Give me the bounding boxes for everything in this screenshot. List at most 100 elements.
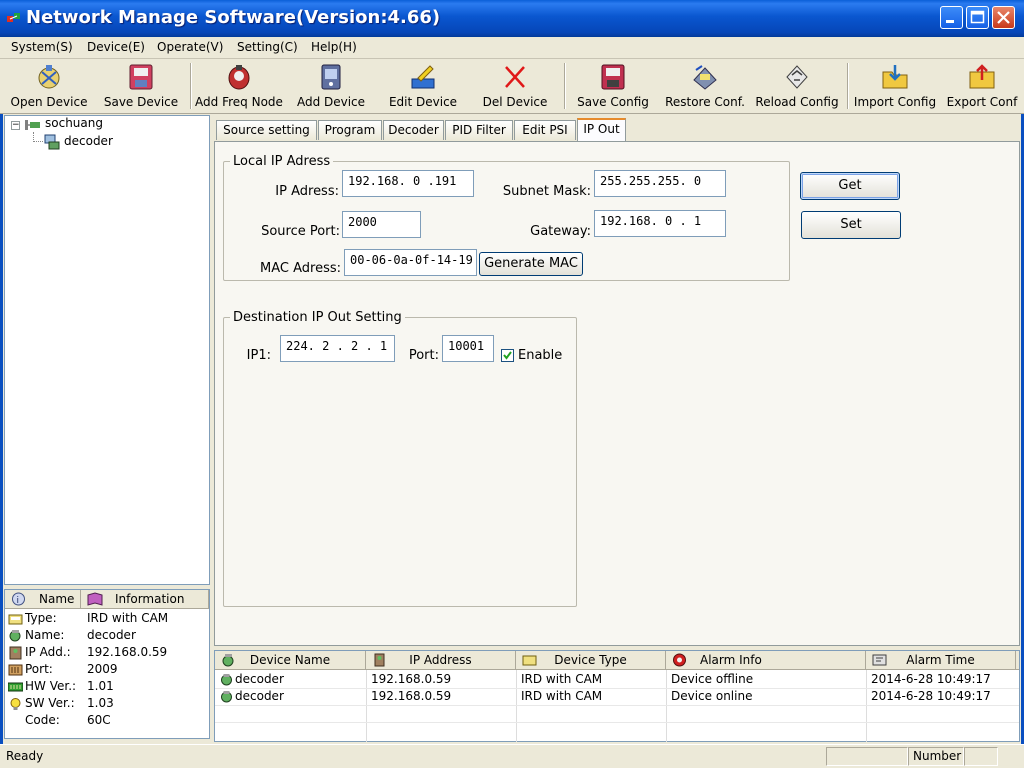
- mac-address-input[interactable]: 00-06-0a-0f-14-19: [344, 249, 477, 276]
- tab-edit-psi[interactable]: Edit PSI: [514, 120, 576, 140]
- get-button[interactable]: Get: [800, 172, 900, 200]
- maximize-icon: [970, 10, 985, 24]
- info-row-port: Port: 2009: [5, 662, 209, 679]
- del-device-button[interactable]: Del Device: [472, 59, 558, 113]
- menu-device[interactable]: Device(E): [87, 40, 145, 54]
- tree-connector: [33, 132, 43, 142]
- save-device-button[interactable]: Save Device: [97, 59, 185, 113]
- cell-alarm-time: 2014-6-28 10:49:17: [871, 672, 991, 686]
- generate-mac-button[interactable]: Generate MAC: [479, 252, 583, 276]
- svg-text:i: i: [17, 596, 20, 606]
- close-icon: [997, 11, 1010, 24]
- edit-device-icon: [411, 65, 435, 89]
- device-status-icon: [221, 691, 232, 703]
- cell-ip-address: 192.168.0.59: [371, 689, 452, 703]
- app-icon: [7, 13, 20, 22]
- cell-alarm-time: 2014-6-28 10:49:17: [871, 689, 991, 703]
- ip-icon: [9, 646, 22, 660]
- export-config-button[interactable]: Export Conf: [944, 59, 1020, 113]
- open-device-label: Open Device: [10, 95, 88, 109]
- add-device-button[interactable]: Add Device: [288, 59, 374, 113]
- tree-expander-icon[interactable]: −: [11, 121, 20, 130]
- save-config-button[interactable]: Save Config: [568, 59, 658, 113]
- name-icon: [9, 630, 21, 642]
- edit-device-label: Edit Device: [388, 95, 458, 109]
- toolbar-separator: [564, 63, 566, 109]
- col-ip-address[interactable]: IP Address: [366, 651, 516, 670]
- col-alarm-time[interactable]: Alarm Time: [866, 651, 1016, 670]
- table-row[interactable]: decoder 192.168.0.59 IRD with CAM Device…: [215, 688, 1019, 705]
- col-device-name-label: Device Name: [249, 653, 331, 667]
- menu-system[interactable]: System(S): [11, 40, 73, 54]
- title-bar[interactable]: Network Manage Software(Version:4.66): [0, 0, 1024, 37]
- window-title: Network Manage Software(Version:4.66): [26, 7, 441, 28]
- info-row-hw: HW Ver.: 1.01: [5, 679, 209, 696]
- info-col-information[interactable]: Information: [81, 590, 209, 609]
- import-config-button[interactable]: Import Config: [851, 59, 939, 113]
- tab-pid-filter[interactable]: PID Filter: [445, 120, 513, 140]
- device-alarm-list[interactable]: Device Name IP Address Device Type Alarm…: [214, 650, 1020, 742]
- set-button[interactable]: Set: [801, 211, 901, 239]
- add-freq-node-icon: [228, 65, 250, 90]
- ip-out-pane: Local IP Adress IP Adress: 192.168. 0 .1…: [214, 141, 1020, 646]
- device-info-panel: i Name Information Type: IRD with CAM Na…: [4, 589, 210, 739]
- col-ip-address-label: IP Address: [409, 653, 472, 667]
- menu-bar: System(S) Device(E) Operate(V) Setting(C…: [0, 37, 1024, 59]
- menu-setting[interactable]: Setting(C): [237, 40, 298, 54]
- tree-node-sochuang[interactable]: sochuang: [45, 116, 103, 130]
- type-icon: [8, 614, 23, 625]
- info-row-ip: IP Add.: 192.168.0.59: [5, 645, 209, 662]
- minimize-button[interactable]: [940, 6, 963, 29]
- minimize-icon: [946, 20, 954, 23]
- info-value: 1.01: [87, 679, 114, 693]
- info-col-name[interactable]: i Name: [5, 590, 81, 609]
- ip1-input[interactable]: 224. 2 . 2 . 1: [280, 335, 395, 362]
- tab-ip-out[interactable]: IP Out: [577, 118, 626, 141]
- source-port-label: Source Port:: [261, 224, 340, 239]
- save-config-icon: [601, 64, 625, 90]
- info-header: i Name Information: [5, 590, 209, 609]
- source-port-input[interactable]: 2000: [342, 211, 421, 238]
- save-device-icon: [129, 64, 153, 90]
- save-config-label: Save Config: [577, 95, 649, 109]
- save-device-label: Save Device: [103, 95, 179, 109]
- cell-device-name: decoder: [235, 689, 284, 703]
- subnet-mask-input[interactable]: 255.255.255. 0: [594, 170, 726, 197]
- ip-address-input[interactable]: 192.168. 0 .191: [342, 170, 474, 197]
- col-device-name[interactable]: Device Name: [215, 651, 366, 670]
- enable-checkbox[interactable]: [501, 349, 514, 362]
- reload-config-icon: [786, 65, 808, 89]
- info-row-code: Code: 60C: [5, 713, 209, 730]
- gateway-input[interactable]: 192.168. 0 . 1: [594, 210, 726, 237]
- restore-config-label: Restore Conf.: [665, 95, 745, 109]
- edit-device-button[interactable]: Edit Device: [380, 59, 466, 113]
- tree-node-decoder[interactable]: decoder: [64, 134, 113, 148]
- decoder-node-icon: [44, 134, 60, 150]
- maximize-button[interactable]: [966, 6, 989, 29]
- enable-label: Enable: [518, 348, 563, 363]
- menu-operate[interactable]: Operate(V): [157, 40, 223, 54]
- tab-program[interactable]: Program: [318, 120, 382, 140]
- open-device-button[interactable]: Open Device: [6, 59, 92, 113]
- bulb-icon: [10, 698, 21, 710]
- port-input[interactable]: 10001: [442, 335, 494, 362]
- device-tree[interactable]: − sochuang decoder: [4, 115, 210, 585]
- close-button[interactable]: [992, 6, 1015, 29]
- export-config-label: Export Conf: [946, 95, 1018, 109]
- cell-device-name: decoder: [235, 672, 284, 686]
- info-name-icon: i: [12, 592, 25, 606]
- add-freq-node-button[interactable]: Add Freq Node: [194, 59, 284, 113]
- tab-strip: Source setting Program Decoder PID Filte…: [214, 116, 1020, 142]
- col-device-type[interactable]: Device Type: [516, 651, 666, 670]
- col-device-type-label: Device Type: [554, 653, 627, 667]
- menu-help[interactable]: Help(H): [311, 40, 357, 54]
- col-alarm-info[interactable]: Alarm Info: [666, 651, 866, 670]
- info-key: Port:: [25, 662, 53, 676]
- open-device-icon: [38, 65, 60, 89]
- reload-config-button[interactable]: Reload Config: [752, 59, 842, 113]
- restore-config-button[interactable]: Restore Conf.: [661, 59, 749, 113]
- tab-source-setting[interactable]: Source setting: [216, 120, 317, 140]
- tab-decoder[interactable]: Decoder: [383, 120, 444, 140]
- export-config-icon: [969, 64, 995, 89]
- table-row[interactable]: decoder 192.168.0.59 IRD with CAM Device…: [215, 671, 1019, 688]
